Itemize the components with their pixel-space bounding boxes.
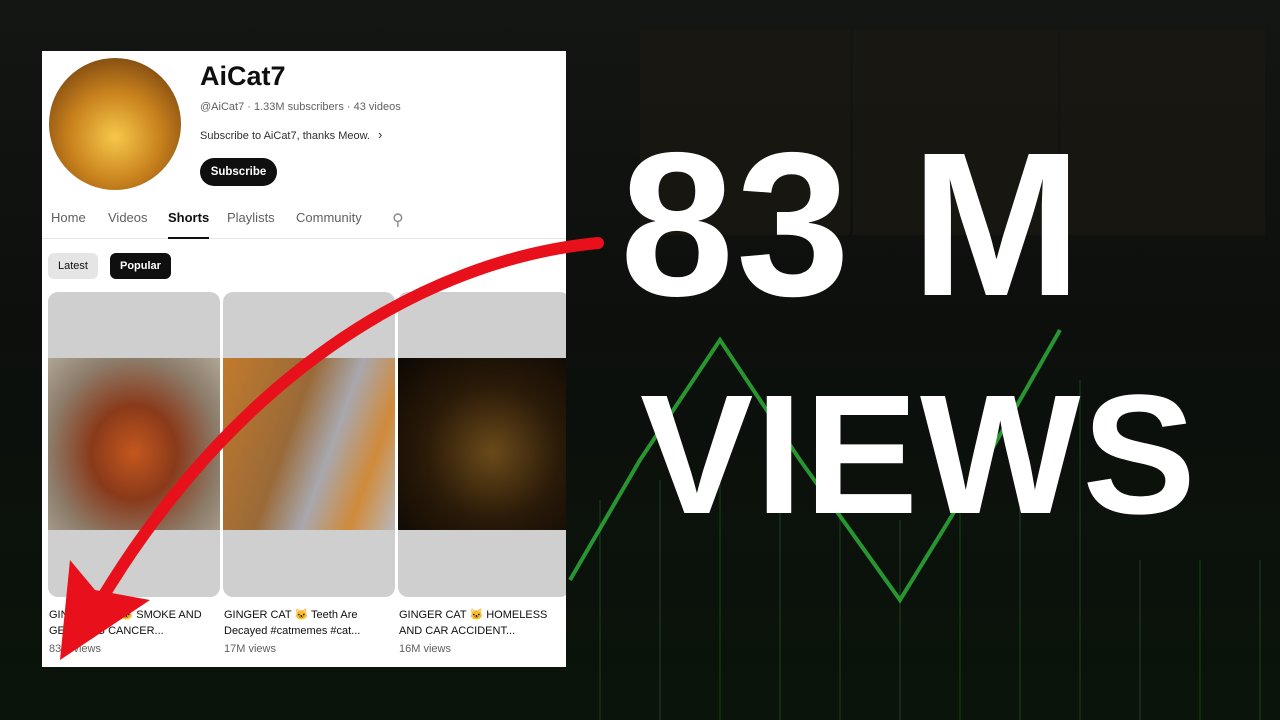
search-icon[interactable]: ⚲	[392, 210, 404, 230]
channel-description[interactable]: Subscribe to AiCat7, thanks Meow. ›	[200, 127, 382, 142]
chip-latest[interactable]: Latest	[48, 253, 98, 279]
short-views: 17M views	[224, 643, 276, 655]
short-views: 83M views	[49, 643, 101, 655]
short-title[interactable]: GINGER CAT 🐱 SMOKE AND GET LUNG CANCER..…	[49, 607, 219, 639]
channel-avatar	[49, 58, 181, 190]
short-thumbnail[interactable]	[223, 292, 395, 597]
description-text: Subscribe to AiCat7, thanks Meow.	[200, 130, 370, 142]
thumbnail-image	[48, 358, 220, 530]
tab-videos[interactable]: Videos	[108, 210, 148, 225]
tab-shorts[interactable]: Shorts	[168, 210, 210, 239]
channel-meta: @AiCat7 · 1.33M subscribers · 43 videos	[200, 101, 401, 113]
chip-popular[interactable]: Popular	[110, 253, 171, 279]
youtube-channel-panel: AiCat7 @AiCat7 · 1.33M subscribers · 43 …	[42, 51, 566, 667]
channel-name: AiCat7	[200, 61, 286, 91]
tab-home[interactable]: Home	[51, 210, 86, 225]
headline-views-label: VIEWS	[640, 360, 1198, 550]
thumbnail-image	[398, 358, 566, 530]
short-title[interactable]: GINGER CAT 🐱 Teeth Are Decayed #catmemes…	[224, 607, 394, 639]
short-thumbnail[interactable]	[48, 292, 220, 597]
thumbnail-image	[223, 358, 395, 530]
short-thumbnail[interactable]	[398, 292, 566, 597]
tab-community[interactable]: Community	[296, 210, 362, 225]
subscribe-button[interactable]: Subscribe	[200, 158, 277, 186]
channel-tabs: Home Videos Shorts Playlists Community ⚲	[42, 201, 566, 239]
chevron-right-icon: ›	[377, 127, 383, 142]
short-views: 16M views	[399, 643, 451, 655]
tab-playlists[interactable]: Playlists	[227, 210, 275, 225]
short-title[interactable]: GINGER CAT 🐱 HOMELESS AND CAR ACCIDENT..…	[399, 607, 566, 639]
headline-views-count: 83 M	[620, 110, 1084, 339]
